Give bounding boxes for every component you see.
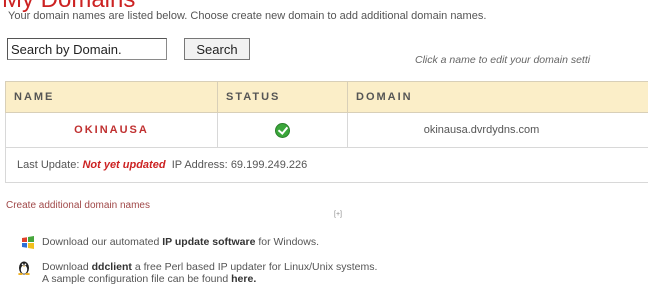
update-info: Last Update: Not yet updated IP Address:…	[5, 147, 648, 183]
status-cell	[217, 112, 348, 148]
edit-hint: Click a name to edit your domain setti	[415, 54, 591, 66]
ddclient-link[interactable]: ddclient	[92, 261, 132, 273]
sample-config-link[interactable]: here.	[231, 273, 256, 285]
search-button[interactable]: Search	[184, 38, 250, 60]
windows-download-prefix: Download our automated	[42, 236, 160, 248]
windows-download-suffix: for Windows.	[258, 236, 320, 248]
column-header-domain: DOMAIN	[347, 81, 648, 113]
windows-icon	[22, 236, 34, 249]
windows-download-line: Download our automated IP update softwar…	[42, 236, 319, 248]
column-header-status: STATUS	[217, 81, 348, 113]
expand-marker: [+]	[334, 211, 342, 218]
update-row: Last Update: Not yet updated IP Address:…	[5, 147, 648, 183]
domain-table: NAME STATUS DOMAIN OKINAUSA okinausa.dvr…	[5, 81, 648, 183]
search-input[interactable]	[7, 38, 167, 60]
ip-address-value: 69.199.249.226	[230, 159, 308, 171]
column-header-name: NAME	[5, 81, 218, 113]
domain-name-link[interactable]: OKINAUSA	[5, 112, 218, 148]
last-update-value: Not yet updated	[82, 159, 166, 171]
linux-tux-icon	[18, 261, 30, 275]
ddclient-download-prefix: Download	[42, 261, 89, 273]
table-row[interactable]: OKINAUSA okinausa.dvrdydns.com	[5, 112, 648, 148]
check-circle-icon	[275, 122, 290, 138]
table-header-row: NAME STATUS DOMAIN	[5, 81, 648, 113]
ddclient-download-suffix: a free Perl based IP updater for Linux/U…	[134, 261, 378, 273]
ip-address-label: IP Address:	[171, 159, 228, 171]
create-domain-link[interactable]: Create additional domain names	[6, 200, 150, 211]
sample-config-prefix: A sample configuration file can be found	[42, 273, 229, 285]
domain-hostname: okinausa.dvrdydns.com	[347, 112, 648, 148]
sample-config-line: A sample configuration file can be found…	[42, 273, 256, 285]
ddclient-download-line: Download ddclient a free Perl based IP u…	[42, 261, 377, 273]
ip-update-software-link[interactable]: IP update software	[162, 236, 255, 248]
intro-text: Your domain names are listed below. Choo…	[8, 10, 487, 22]
last-update-label: Last Update:	[17, 159, 80, 171]
